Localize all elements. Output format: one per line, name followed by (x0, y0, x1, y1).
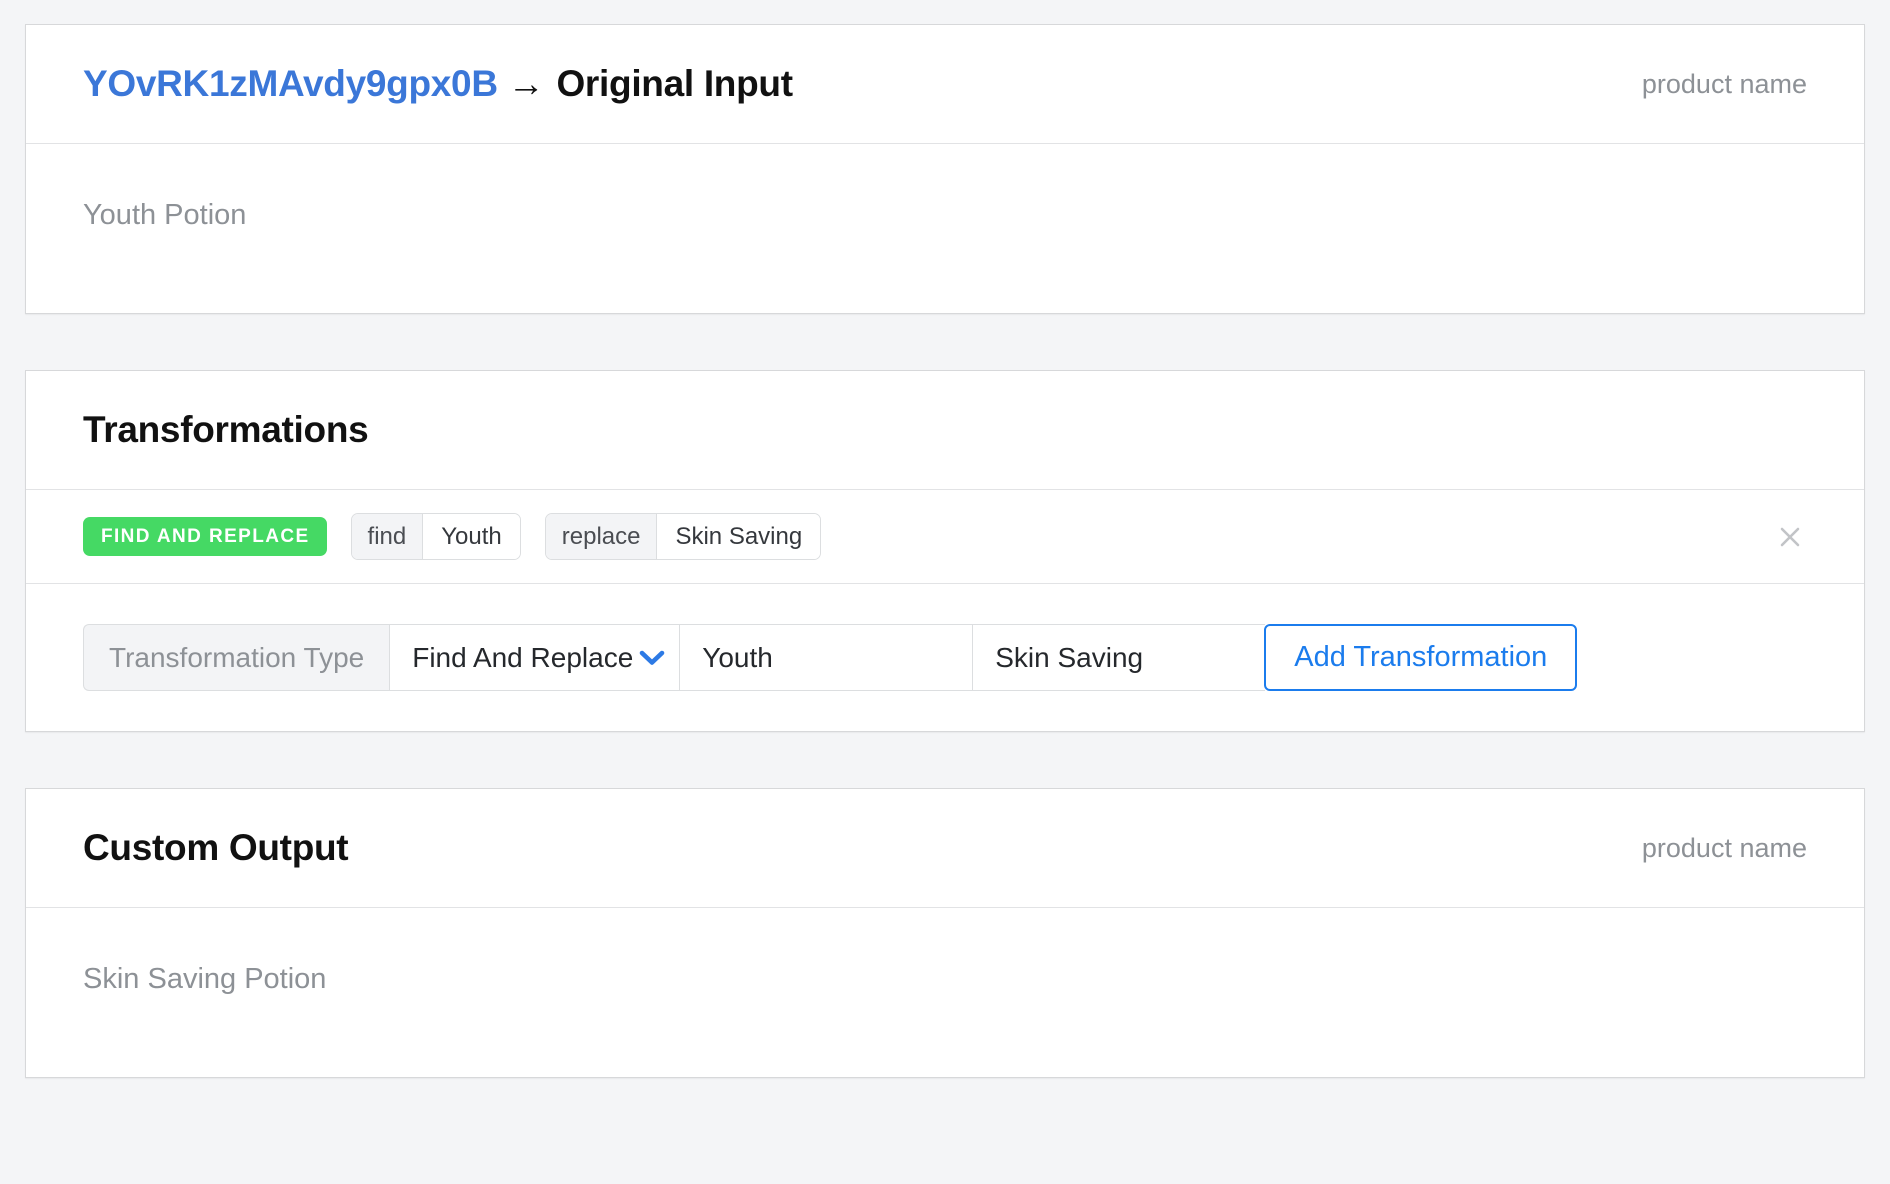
find-input-value: Youth (702, 641, 773, 673)
transformations-title: Transformations (83, 409, 369, 450)
custom-output-value: Skin Saving Potion (83, 963, 327, 995)
panel-spacer-1 (25, 314, 1865, 370)
find-pill-label: find (351, 514, 424, 559)
transformation-type-badge: FIND AND REPLACE (83, 517, 327, 556)
add-transformation-button[interactable]: Add Transformation (1264, 624, 1578, 691)
arrow-icon: → (507, 63, 545, 104)
custom-output-title: Custom Output (83, 827, 349, 868)
original-input-field-name: product name (1641, 68, 1807, 99)
find-pill-group: find Youth (350, 513, 521, 560)
page-title: YOvRK1zMAvdy9gpx0B → Original Input (83, 63, 793, 105)
replace-pill-label: replace (545, 514, 658, 559)
transformations-header: Transformations (26, 371, 1864, 490)
custom-output-panel: Custom Output product name Skin Saving P… (25, 788, 1865, 1078)
page-root: YOvRK1zMAvdy9gpx0B → Original Input prod… (0, 0, 1890, 1184)
find-input[interactable]: Youth (679, 624, 973, 691)
original-input-value: Youth Potion (83, 199, 247, 231)
record-id-link[interactable]: YOvRK1zMAvdy9gpx0B (83, 63, 498, 105)
custom-output-header: Custom Output product name (26, 789, 1864, 908)
original-input-panel: YOvRK1zMAvdy9gpx0B → Original Input prod… (25, 24, 1865, 314)
replace-input-value: Skin Saving (995, 641, 1144, 673)
chevron-down-icon (639, 649, 665, 667)
panel-spacer-2 (25, 732, 1865, 788)
transformations-panel: Transformations FIND AND REPLACE find Yo… (25, 370, 1865, 732)
transformation-list-item: FIND AND REPLACE find Youth replace Skin… (26, 490, 1864, 584)
replace-pill-value: Skin Saving (657, 514, 821, 559)
replace-input[interactable]: Skin Saving (972, 624, 1266, 691)
close-icon[interactable] (1773, 520, 1807, 554)
replace-pill-group: replace Skin Saving (544, 513, 822, 560)
find-pill-value: Youth (423, 514, 520, 559)
add-transformation-form: Transformation Type Find And Replace You… (26, 584, 1864, 731)
transformation-type-select-value: Find And Replace (412, 641, 634, 673)
custom-output-field-name: product name (1641, 832, 1807, 863)
original-input-header: YOvRK1zMAvdy9gpx0B → Original Input prod… (26, 25, 1864, 144)
transformation-type-label: Transformation Type (83, 624, 390, 691)
custom-output-body: Skin Saving Potion (26, 908, 1864, 1077)
original-input-label: Original Input (556, 63, 793, 104)
transformation-type-select[interactable]: Find And Replace (389, 624, 680, 691)
add-transformation-field-group: Transformation Type Find And Replace You… (83, 624, 1807, 691)
original-input-body: Youth Potion (26, 144, 1864, 313)
